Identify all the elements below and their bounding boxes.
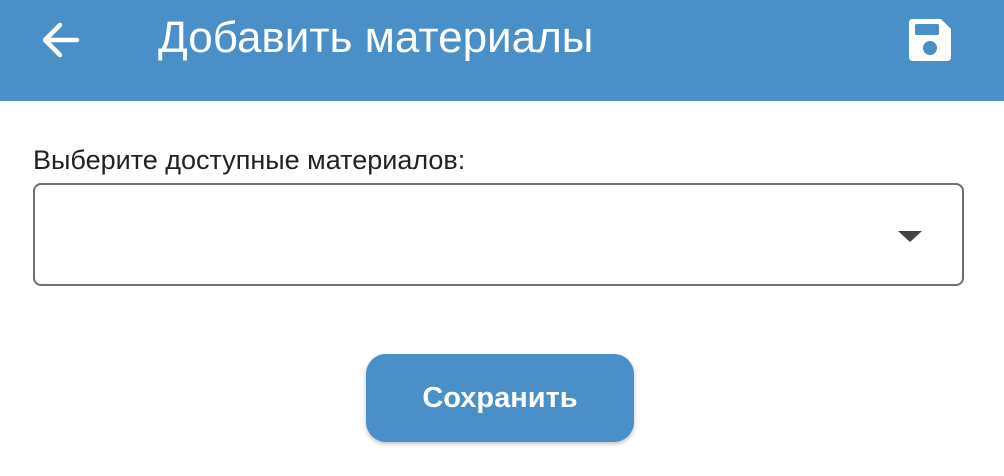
caret-down-icon: [898, 231, 922, 242]
page-title: Добавить материалы: [158, 13, 594, 62]
save-icon-button[interactable]: [900, 12, 960, 68]
back-button[interactable]: [34, 17, 86, 63]
floppy-disk-icon: [909, 19, 951, 61]
materials-label: Выберите доступные материалов:: [33, 145, 466, 175]
app-bar: Добавить материалы: [0, 0, 1004, 101]
save-button[interactable]: Сохранить: [366, 354, 634, 442]
materials-select[interactable]: [33, 183, 964, 286]
arrow-left-icon: [42, 22, 80, 58]
